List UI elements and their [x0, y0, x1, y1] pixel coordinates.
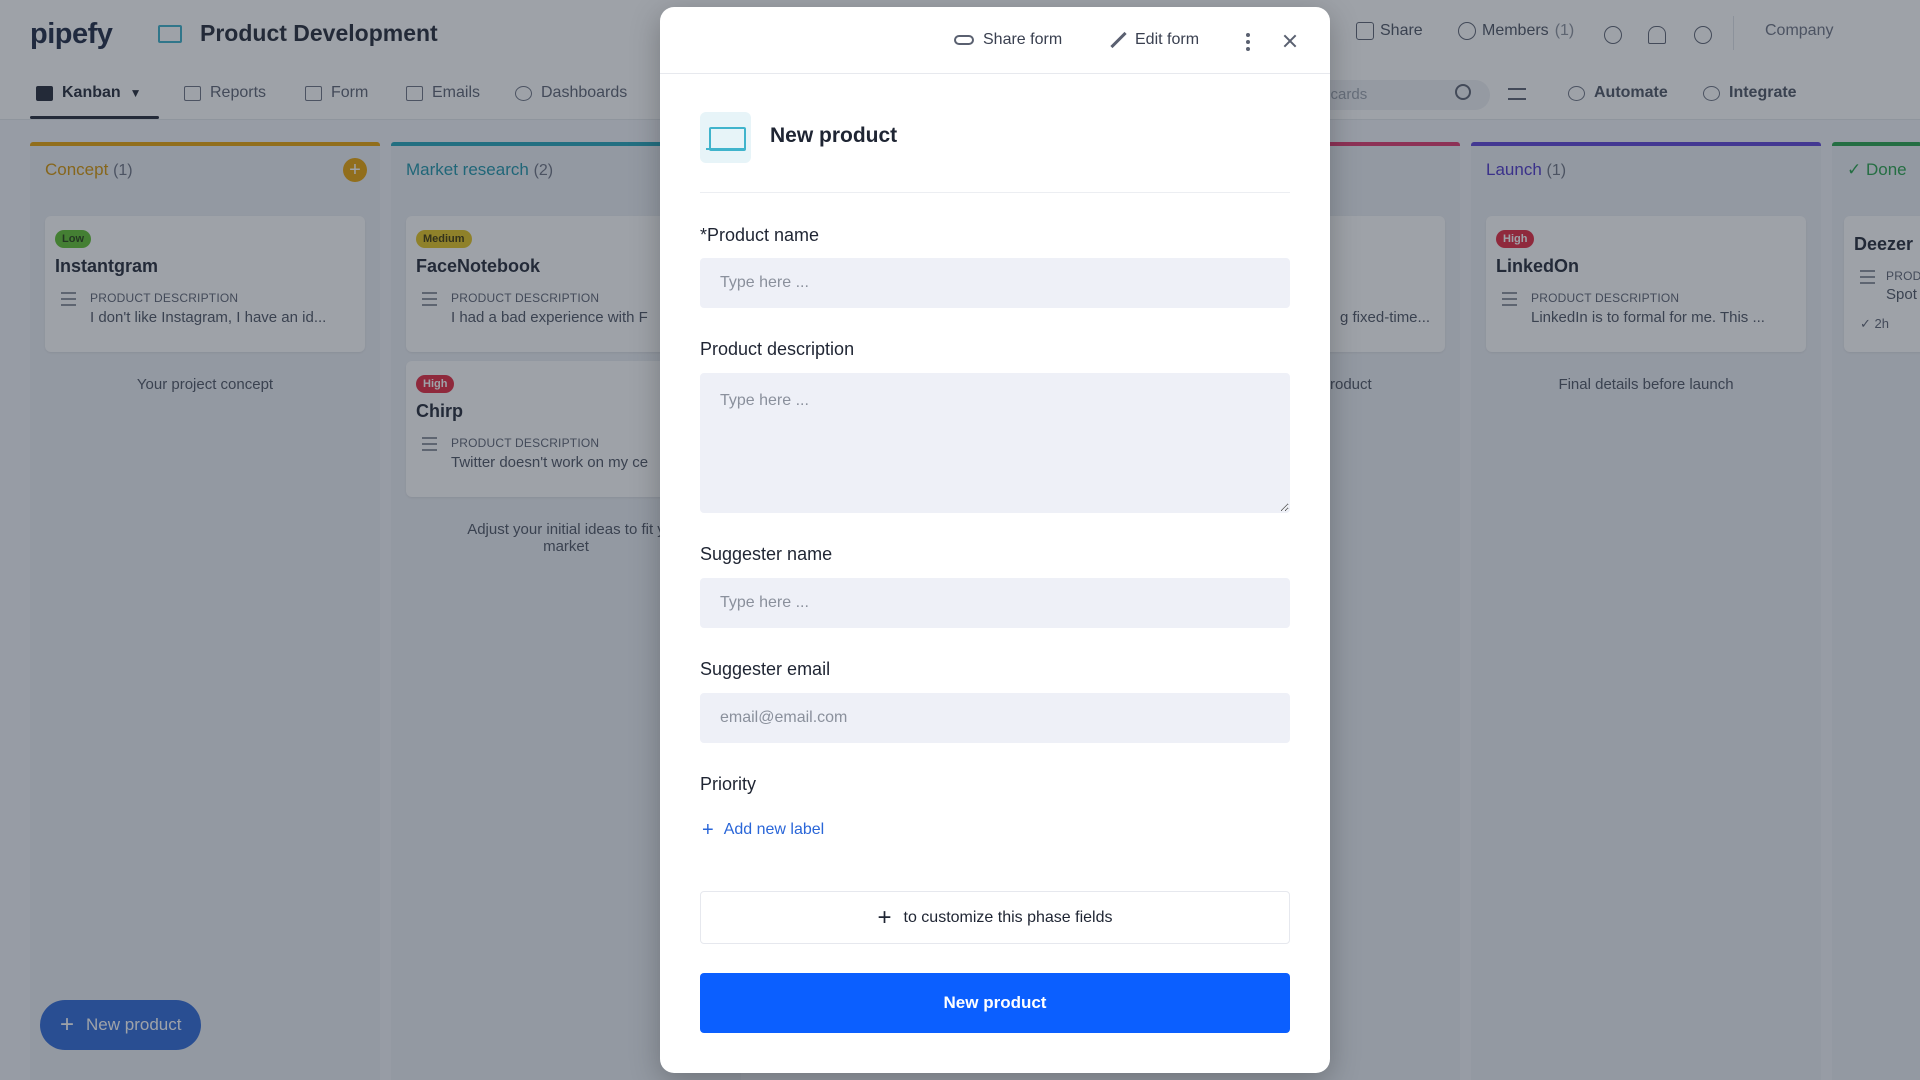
suggester-email-label: Suggester email — [700, 659, 831, 679]
suggester-name-label: Suggester name — [700, 544, 833, 564]
title-divider — [700, 192, 1290, 193]
suggester-email-input[interactable] — [700, 693, 1290, 743]
new-product-modal: Share form Edit form New product *Produc… — [660, 7, 1330, 1073]
plus-icon: + — [877, 903, 892, 931]
laptop-icon — [700, 112, 751, 163]
more-options-icon[interactable] — [1246, 33, 1250, 51]
close-icon[interactable] — [1280, 31, 1300, 51]
modal-header: Share form Edit form — [660, 7, 1330, 74]
customize-fields-button[interactable]: + to customize this phase fields — [700, 891, 1290, 944]
add-new-label-button[interactable]: + Add new label — [702, 820, 824, 840]
priority-label: Priority — [700, 774, 757, 794]
link-icon — [954, 35, 974, 45]
add-new-label-text: Add new label — [723, 821, 825, 838]
share-form-button[interactable]: Share form — [954, 31, 1062, 49]
form-title: New product — [770, 124, 898, 147]
suggester-name-input[interactable] — [700, 578, 1290, 628]
product-name-input[interactable] — [700, 258, 1290, 308]
edit-form-label: Edit form — [1135, 31, 1200, 48]
product-description-textarea[interactable] — [700, 373, 1290, 513]
plus-icon: + — [702, 819, 714, 841]
pencil-icon — [1110, 32, 1126, 48]
submit-new-product-button[interactable]: New product — [700, 973, 1290, 1033]
product-name-label: *Product name — [700, 225, 820, 245]
share-form-label: Share form — [983, 31, 1063, 48]
edit-form-button[interactable]: Edit form — [1110, 31, 1199, 49]
product-description-label: Product description — [700, 339, 855, 359]
customize-fields-text: to customize this phase fields — [903, 908, 1113, 926]
